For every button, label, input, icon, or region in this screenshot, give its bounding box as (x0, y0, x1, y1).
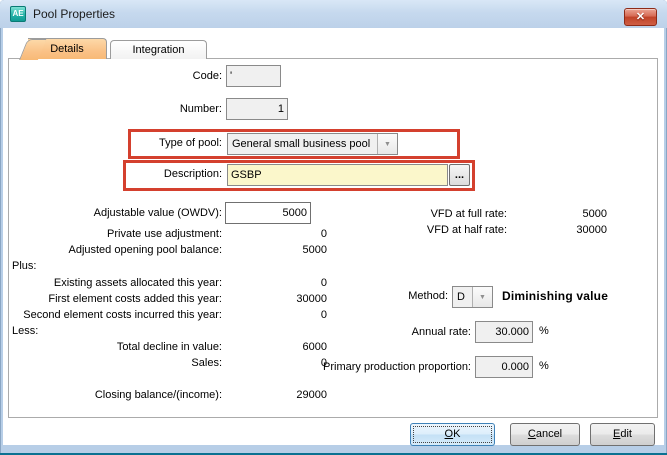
annual-rate-label: Annual rate: (330, 326, 471, 338)
method-value: D (453, 291, 472, 303)
ok-rest: K (453, 428, 460, 440)
method-label: Method: (360, 290, 448, 302)
less-heading: Less: (12, 325, 38, 337)
annual-rate-unit: % (539, 325, 549, 337)
vfd-full-value: 5000 (530, 208, 607, 220)
method-dropdown[interactable]: D ▼ (452, 286, 493, 308)
vfd-full-label: VFD at full rate: (355, 208, 507, 220)
type-of-pool-value: General small business pool (228, 138, 377, 150)
second-element-value: 0 (235, 309, 327, 321)
close-button[interactable]: ✕ (624, 8, 657, 26)
ok-key: O (445, 428, 454, 440)
browse-button[interactable]: ... (449, 164, 470, 186)
tab-integration[interactable]: Integration (110, 40, 207, 59)
vfd-half-value: 30000 (530, 224, 607, 236)
ok-button[interactable]: OK (410, 423, 495, 446)
plus-heading: Plus: (12, 260, 36, 272)
adjusted-opening-label: Adjusted opening pool balance: (10, 244, 222, 256)
closing-balance-value: 29000 (235, 389, 327, 401)
type-of-pool-dropdown[interactable]: General small business pool ▼ (227, 133, 398, 155)
chevron-down-icon[interactable]: ▼ (377, 134, 397, 154)
chevron-down-icon[interactable]: ▼ (472, 287, 492, 307)
app-icon: AE (10, 6, 26, 22)
primary-production-label: Primary production proportion: (295, 361, 471, 373)
annual-rate-field[interactable] (475, 321, 533, 343)
number-field[interactable] (226, 98, 288, 120)
total-decline-label: Total decline in value: (10, 341, 222, 353)
code-label: Code: (10, 70, 222, 82)
pool-properties-dialog: AE Pool Properties ✕ Details Integration… (0, 0, 667, 455)
primary-production-unit: % (539, 360, 549, 372)
code-field[interactable] (226, 65, 281, 87)
cancel-button[interactable]: Cancel (510, 423, 580, 446)
first-element-label: First element costs added this year: (10, 293, 222, 305)
description-field[interactable] (227, 164, 448, 186)
vfd-half-label: VFD at half rate: (355, 224, 507, 236)
tab-details[interactable]: Details (28, 38, 107, 59)
cancel-key: C (528, 428, 536, 440)
type-of-pool-label: Type of pool: (10, 137, 222, 149)
primary-production-field[interactable] (475, 356, 533, 378)
adjustable-value-label: Adjustable value (OWDV): (10, 207, 222, 219)
cancel-rest: ancel (536, 428, 562, 440)
method-note: Diminishing value (502, 289, 608, 303)
number-label: Number: (10, 103, 222, 115)
title-bar[interactable]: AE Pool Properties ✕ (0, 0, 667, 28)
total-decline-value: 6000 (235, 341, 327, 353)
private-use-value: 0 (235, 228, 327, 240)
sales-label: Sales: (10, 357, 222, 369)
edit-rest: dit (620, 428, 632, 440)
edit-button[interactable]: Edit (590, 423, 655, 446)
existing-assets-value: 0 (235, 277, 327, 289)
first-element-value: 30000 (235, 293, 327, 305)
second-element-label: Second element costs incurred this year: (10, 309, 222, 321)
description-label: Description: (10, 168, 222, 180)
adjustable-value-field[interactable] (225, 202, 311, 224)
existing-assets-label: Existing assets allocated this year: (10, 277, 222, 289)
private-use-label: Private use adjustment: (10, 228, 222, 240)
adjusted-opening-value: 5000 (235, 244, 327, 256)
closing-balance-label: Closing balance/(income): (10, 389, 222, 401)
dialog-title: Pool Properties (33, 7, 115, 21)
